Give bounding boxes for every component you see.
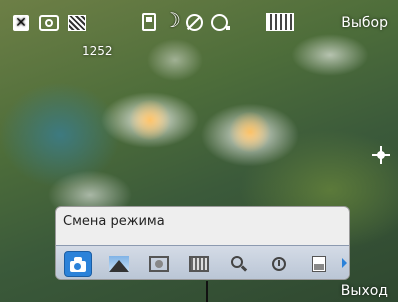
softkey-divider (206, 281, 208, 302)
self-timer-icon[interactable] (211, 14, 230, 31)
flower-center-glow (228, 112, 272, 152)
scroll-right-icon[interactable] (342, 258, 347, 268)
landscape-mode-icon[interactable] (105, 251, 133, 277)
camera-viewfinder: ✕ ☽ Выбор 1252 Смена режима Выход (0, 0, 398, 302)
timer-mode-icon[interactable] (265, 251, 293, 277)
exit-softkey[interactable]: Выход (341, 283, 388, 299)
multishot-mode-icon[interactable] (185, 251, 213, 277)
mode-change-panel: Смена режима (55, 206, 350, 280)
navigation-cross-icon (372, 146, 390, 164)
auto-mode-icon[interactable] (64, 251, 92, 277)
night-mode-icon[interactable]: ☽ (163, 10, 181, 30)
flower-center-glow (128, 100, 172, 140)
closeup-mode-icon[interactable] (225, 251, 253, 277)
memory-card-icon[interactable] (142, 13, 156, 31)
flash-off-icon[interactable] (186, 14, 203, 31)
close-icon[interactable]: ✕ (13, 15, 29, 31)
document-mode-icon[interactable] (305, 251, 333, 277)
select-softkey[interactable]: Выбор (341, 15, 388, 31)
status-bar: ✕ ☽ Выбор (0, 0, 398, 42)
shots-remaining: 1252 (82, 44, 113, 58)
frame-mode-icon[interactable] (145, 251, 173, 277)
quality-icon[interactable] (68, 15, 86, 31)
mode-strip (56, 245, 349, 279)
panel-title: Смена режима (63, 214, 165, 229)
resolution-icon[interactable] (266, 13, 294, 31)
camera-icon[interactable] (39, 15, 59, 31)
